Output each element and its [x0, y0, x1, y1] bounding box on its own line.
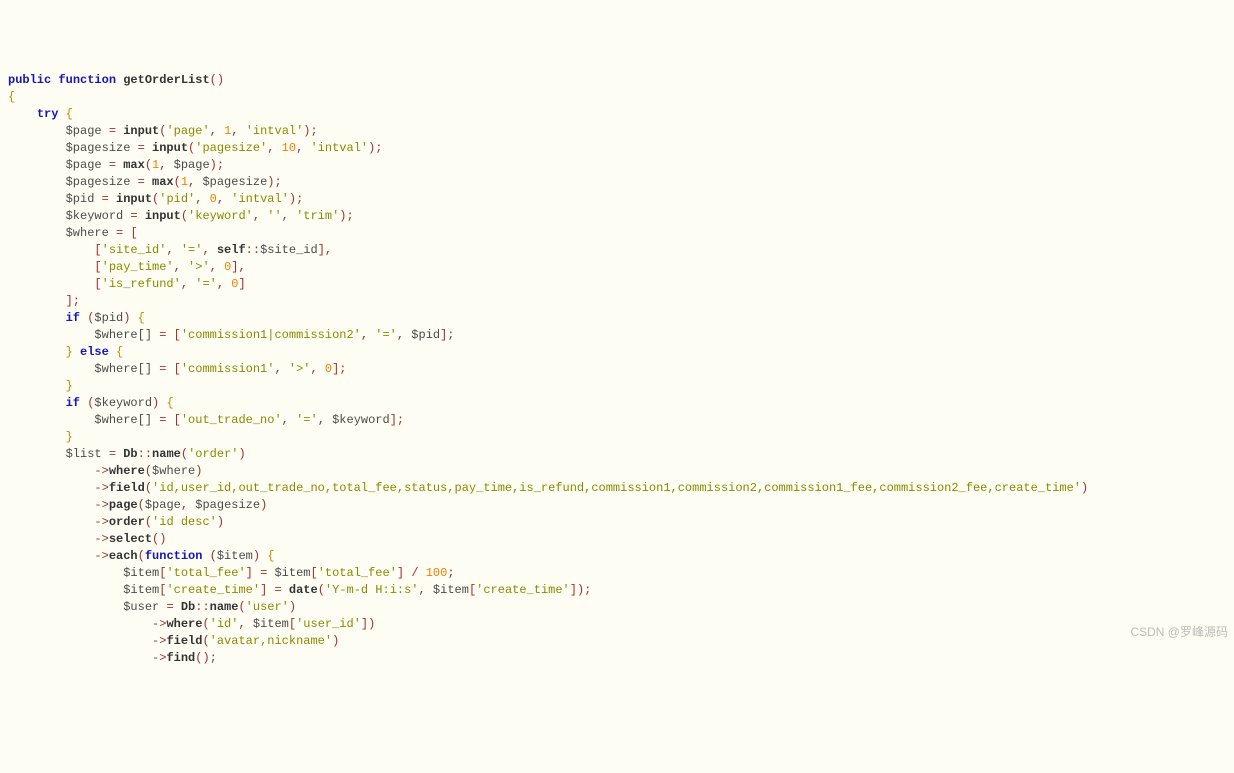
code-block: public function getOrderList() { try { $…	[8, 72, 1226, 667]
